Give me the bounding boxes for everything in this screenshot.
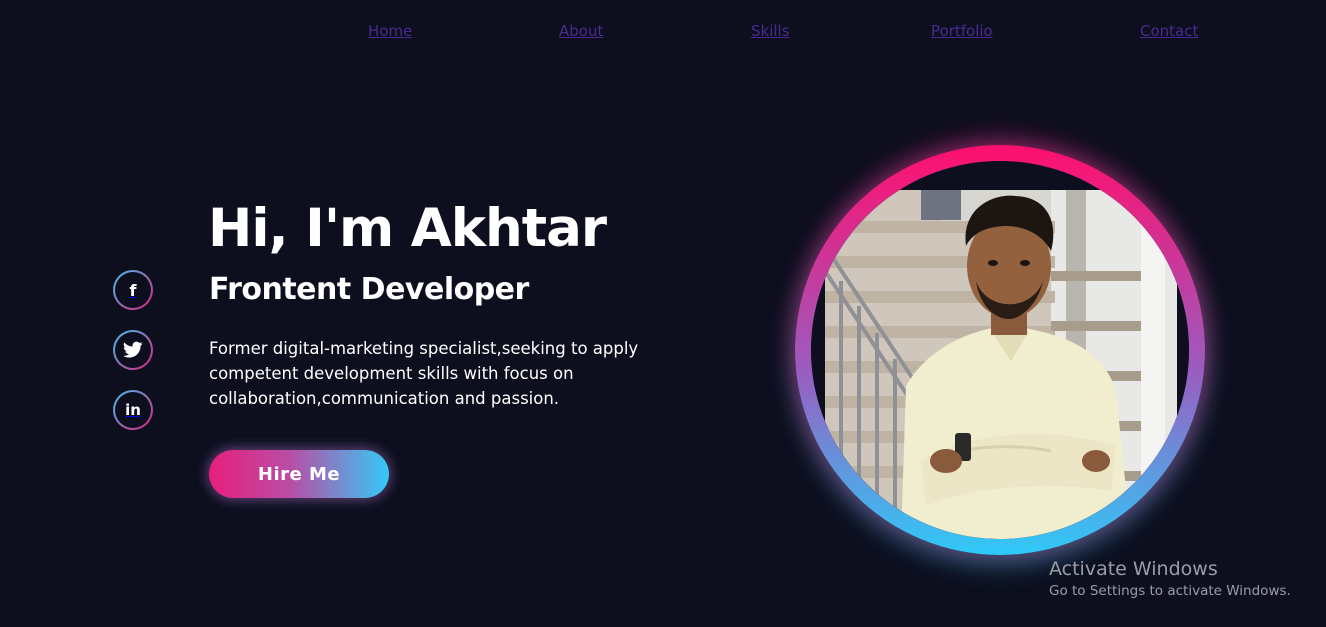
linkedin-link[interactable]: in (113, 390, 153, 430)
facebook-link[interactable]: f (113, 270, 153, 310)
profile-photo-frame (795, 145, 1205, 555)
watermark-subtitle: Go to Settings to activate Windows. (1049, 583, 1291, 599)
profile-photo-illustration (811, 161, 1189, 539)
hero-description: Former digital-marketing specialist,seek… (209, 339, 639, 408)
profile-photo (811, 161, 1189, 539)
nav-link-about[interactable]: About (559, 22, 603, 40)
hero-title: Hi, I'm Akhtar (208, 198, 607, 259)
facebook-icon: f (115, 272, 151, 308)
twitter-bird-shape (123, 341, 143, 358)
nav-link-portfolio[interactable]: Portfolio (931, 22, 993, 40)
hire-me-button[interactable]: Hire Me (209, 450, 389, 498)
nav-link-skills[interactable]: Skills (751, 22, 790, 40)
nav-link-home[interactable]: Home (368, 22, 412, 40)
twitter-link[interactable] (113, 330, 153, 370)
hero-subtitle: Frontent Developer (209, 272, 529, 307)
linkedin-glyph: in (125, 401, 141, 419)
windows-activation-watermark: Activate Windows Go to Settings to activ… (1049, 557, 1291, 601)
nav-link-contact[interactable]: Contact (1140, 22, 1198, 40)
linkedin-icon: in (115, 392, 151, 428)
twitter-icon (115, 332, 151, 368)
main-nav: Home About Skills Portfolio Contact (0, 22, 1326, 46)
watermark-title: Activate Windows (1049, 558, 1218, 580)
facebook-glyph: f (129, 280, 137, 300)
